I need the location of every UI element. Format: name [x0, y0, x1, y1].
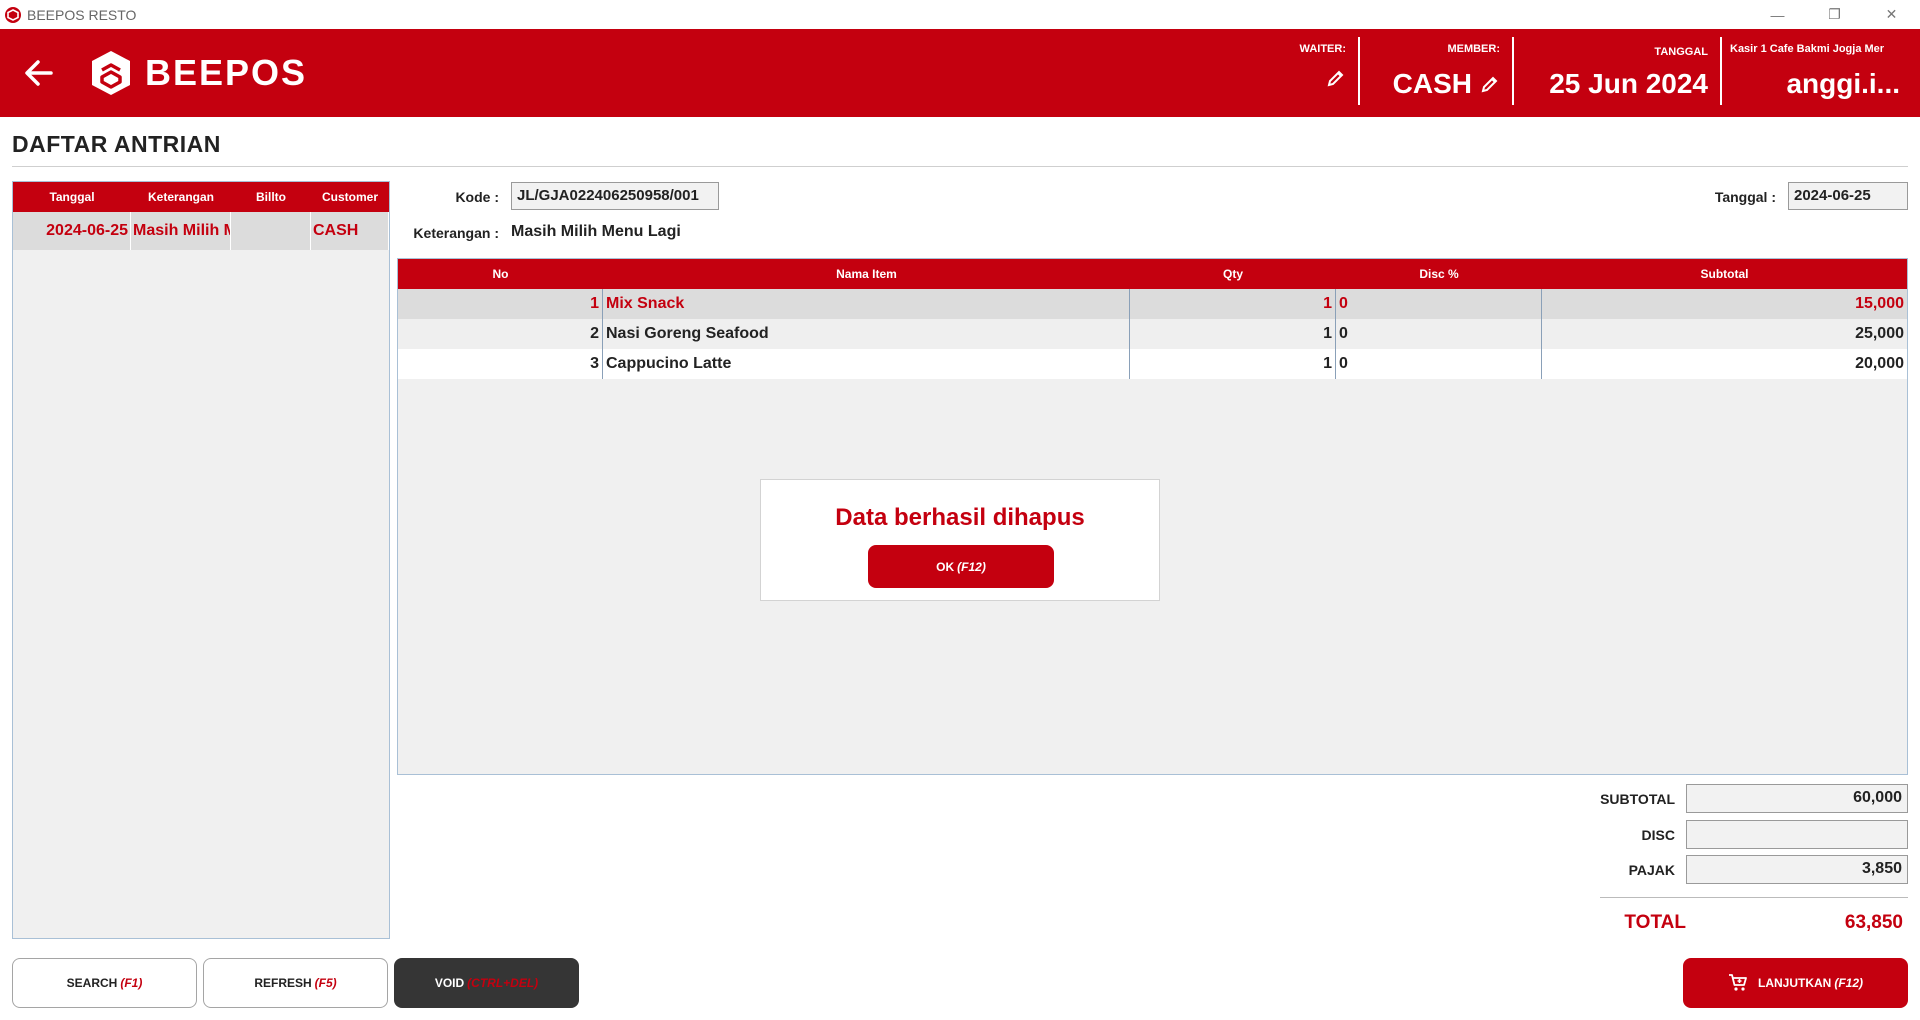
kode-field[interactable]: JL/GJA022406250958/001: [511, 182, 719, 210]
search-button-label: SEARCH: [66, 976, 118, 990]
keterangan-label: Keterangan :: [413, 225, 499, 241]
kasir-label: Kasir 1 Cafe Bakmi Jogja Mer: [1730, 43, 1885, 55]
date-section: TANGGAL 25 Jun 2024: [1514, 37, 1722, 105]
window-controls: — ❐ ✕: [1749, 0, 1920, 29]
lanjutkan-button-label: LANJUTKAN: [1757, 976, 1832, 990]
window-titlebar: BEEPOS RESTO — ❐ ✕: [0, 0, 1920, 29]
waiter-value: [1318, 68, 1346, 88]
member-value-text: CASH: [1392, 68, 1472, 99]
beepos-logo-icon: [92, 51, 130, 95]
disc-label: DISC: [1641, 827, 1675, 843]
total-divider: [1600, 897, 1908, 898]
queue-col-billto[interactable]: Billto: [231, 182, 311, 212]
back-button[interactable]: [20, 54, 58, 92]
page-title: DAFTAR ANTRIAN: [12, 131, 221, 157]
queue-row[interactable]: 2024-06-25 Masih Milih Menu Lagi CASH: [13, 212, 389, 250]
queue-cell-keterangan: Masih Milih Menu Lagi: [131, 212, 231, 250]
items-col-subtotal[interactable]: Subtotal: [1542, 259, 1907, 289]
title-divider: [12, 166, 1908, 167]
dialog-ok-shortcut: (F12): [957, 559, 986, 574]
brand-logo: BEEPOS: [87, 49, 307, 97]
item-no: 2: [398, 319, 603, 349]
table-row[interactable]: 1 Mix Snack 1 0 15,000: [398, 289, 1907, 319]
item-name: Mix Snack: [603, 289, 1130, 319]
item-subtotal: 20,000: [1855, 355, 1904, 372]
search-button[interactable]: SEARCH (F1): [12, 958, 197, 1008]
queue-col-tanggal[interactable]: Tanggal: [13, 182, 131, 212]
member-value: CASH: [1393, 68, 1500, 100]
refresh-button-shortcut: (F5): [314, 976, 337, 990]
cart-icon: [1728, 974, 1747, 991]
void-button-shortcut: (CTRL+DEL): [467, 976, 539, 990]
void-button-label: VOID: [434, 976, 465, 990]
success-dialog: Data berhasil dihapus OK (F12): [760, 479, 1160, 601]
pencil-icon[interactable]: [1480, 74, 1500, 94]
table-row[interactable]: 3 Cappucino Latte 1 0 20,000: [398, 349, 1907, 379]
arrow-left-icon: [25, 60, 53, 86]
date-value: 25 Jun 2024: [1549, 68, 1708, 99]
items-col-disc[interactable]: Disc %: [1336, 259, 1542, 289]
item-qty: 1: [1130, 319, 1336, 349]
close-window-button[interactable]: ✕: [1863, 0, 1920, 29]
item-no: 3: [398, 349, 603, 379]
tanggal-field[interactable]: 2024-06-25: [1788, 182, 1908, 210]
item-no: 1: [398, 289, 603, 319]
tanggal-label: Tanggal :: [1714, 189, 1776, 205]
refresh-button[interactable]: REFRESH (F5): [203, 958, 388, 1008]
disc-field[interactable]: [1686, 820, 1908, 849]
subtotal-label: SUBTOTAL: [1600, 791, 1675, 807]
void-button[interactable]: VOID (CTRL+DEL): [394, 958, 579, 1008]
items-col-nama[interactable]: Nama Item: [603, 259, 1130, 289]
item-name: Nasi Goreng Seafood: [603, 319, 1130, 349]
dialog-ok-button[interactable]: OK (F12): [868, 545, 1054, 588]
member-label: MEMBER:: [1447, 43, 1500, 55]
app-logo-icon: [5, 6, 21, 23]
search-button-shortcut: (F1): [120, 976, 143, 990]
minimize-button[interactable]: —: [1749, 0, 1806, 29]
subtotal-field: 60,000: [1686, 784, 1908, 813]
user-value: anggi.i...: [1786, 68, 1900, 99]
item-disc: 0: [1336, 319, 1542, 349]
item-subtotal: 25,000: [1855, 325, 1904, 342]
window-title: BEEPOS RESTO: [27, 6, 137, 23]
pencil-icon[interactable]: [1326, 68, 1346, 88]
queue-col-customer[interactable]: Customer: [311, 182, 389, 212]
waiter-label: WAITER:: [1299, 43, 1346, 55]
lanjutkan-button-shortcut: (F12): [1834, 976, 1863, 990]
app-header: BEEPOS WAITER: MEMBER: CASH TANGGAL 25 J…: [0, 29, 1920, 117]
user-section: Kasir 1 Cafe Bakmi Jogja Mer anggi.i...: [1722, 37, 1912, 105]
item-disc: 0: [1336, 349, 1542, 379]
dialog-ok-label: OK: [936, 559, 955, 574]
total-value: 63,850: [1844, 912, 1903, 933]
queue-col-keterangan[interactable]: Keterangan: [131, 182, 231, 212]
item-qty: 1: [1130, 289, 1336, 319]
item-name: Cappucino Latte: [603, 349, 1130, 379]
restore-button[interactable]: ❐: [1806, 0, 1863, 29]
dialog-message: Data berhasil dihapus: [835, 504, 1085, 531]
waiter-section[interactable]: WAITER:: [1250, 37, 1360, 105]
queue-header: Tanggal Keterangan Billto Customer: [13, 182, 389, 212]
items-col-qty[interactable]: Qty: [1130, 259, 1336, 289]
item-disc: 0: [1336, 289, 1542, 319]
date-label: TANGGAL: [1654, 46, 1708, 58]
kode-label: Kode :: [455, 189, 499, 205]
pajak-field: 3,850: [1686, 855, 1908, 884]
refresh-button-label: REFRESH: [254, 976, 312, 990]
pajak-label: PAJAK: [1628, 862, 1675, 878]
keterangan-value: Masih Milih Menu Lagi: [511, 223, 681, 240]
queue-cell-customer: CASH: [311, 212, 389, 250]
items-col-no[interactable]: No: [398, 259, 603, 289]
items-header: No Nama Item Qty Disc % Subtotal: [398, 259, 1907, 289]
table-row[interactable]: 2 Nasi Goreng Seafood 1 0 25,000: [398, 319, 1907, 349]
item-subtotal: 15,000: [1855, 295, 1904, 312]
item-qty: 1: [1130, 349, 1336, 379]
logo-text: BEEPOS: [145, 52, 308, 93]
queue-cell-billto: [231, 212, 311, 250]
queue-cell-tanggal: 2024-06-25: [13, 212, 131, 250]
total-label: TOTAL: [1624, 912, 1686, 933]
queue-list[interactable]: Tanggal Keterangan Billto Customer 2024-…: [12, 181, 390, 939]
member-section[interactable]: MEMBER: CASH: [1360, 37, 1514, 105]
lanjutkan-button[interactable]: LANJUTKAN (F12): [1683, 958, 1908, 1008]
